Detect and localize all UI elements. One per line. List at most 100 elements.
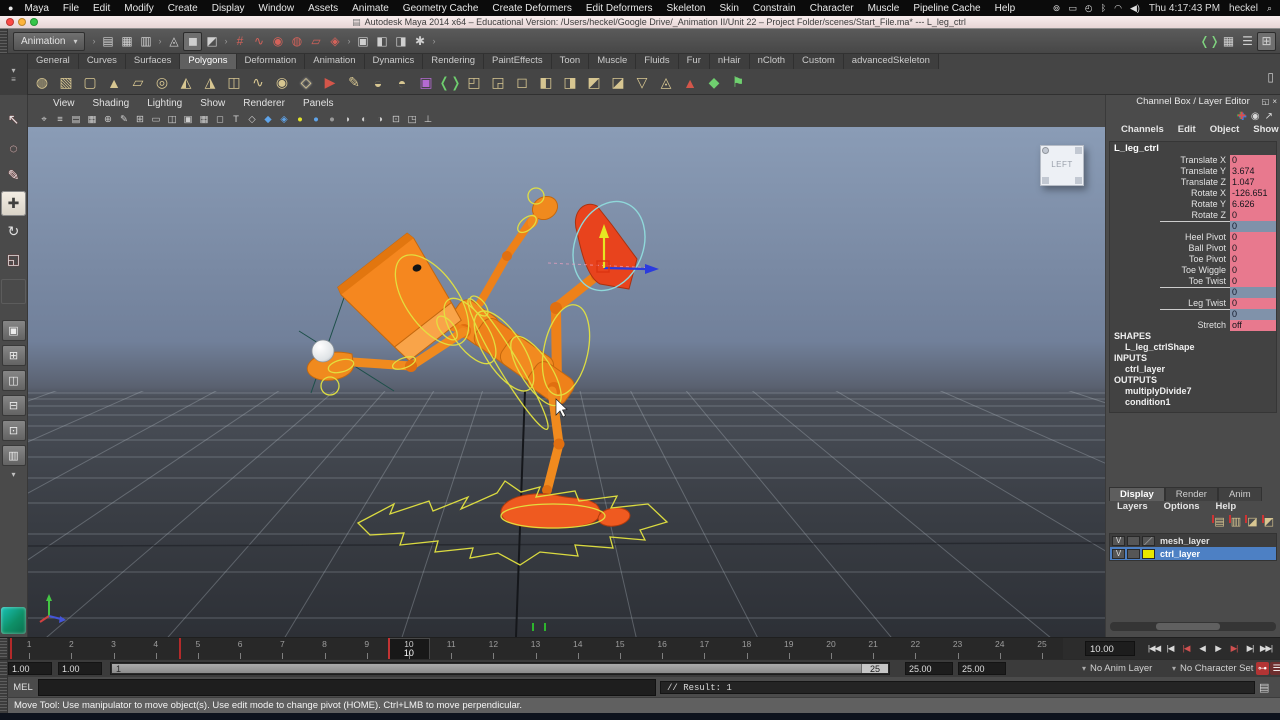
collapse-separator[interactable]: › xyxy=(155,32,164,51)
spotlight-icon[interactable]: ⌕ xyxy=(1267,3,1272,14)
rangeslider-handle[interactable] xyxy=(0,660,8,678)
minimize-window-button[interactable] xyxy=(18,18,26,26)
channel-value-field[interactable]: 0 xyxy=(1230,254,1276,265)
playback-end-field[interactable]: 25.00 xyxy=(905,662,953,675)
timeline-frame[interactable]: 3 xyxy=(92,638,134,660)
quick-layout-thumbnail[interactable] xyxy=(1,607,26,634)
channel-value-field[interactable]: 0 xyxy=(1230,221,1276,232)
channel-row[interactable]: Translate Y 3.674 xyxy=(1110,166,1276,177)
node-row[interactable]: condition1 xyxy=(1110,397,1276,408)
default-lighting-icon[interactable]: ● xyxy=(308,112,324,126)
poly-platonic-solid-icon[interactable]: ◇ xyxy=(294,74,318,91)
poly-extract-icon[interactable]: ◰ xyxy=(462,74,486,91)
channel-value-field[interactable]: 6.626 xyxy=(1230,199,1276,210)
layer-row[interactable]: V mesh_layer xyxy=(1110,534,1276,547)
node-row[interactable]: OUTPUTS xyxy=(1110,375,1276,386)
range-bar[interactable]: 1 25 xyxy=(112,664,888,673)
menubar-item[interactable]: Edit Deformers xyxy=(579,3,660,14)
menubar-item[interactable]: Animate xyxy=(345,3,396,14)
channel-row[interactable]: Heel Pivot 0 xyxy=(1110,232,1276,243)
channel-value-field[interactable]: 0 xyxy=(1230,298,1276,309)
menubar-user[interactable]: heckel xyxy=(1229,3,1258,14)
menubar-item[interactable]: Constrain xyxy=(746,3,803,14)
poly-sphere-icon[interactable]: ◍ xyxy=(30,74,54,91)
new-empty-layer-icon[interactable]: ▤ xyxy=(1214,515,1224,528)
layer-color-swatch[interactable] xyxy=(1142,549,1155,559)
auto-keyframe-toggle[interactable]: ⊶ xyxy=(1256,662,1269,675)
poly-mirror-arrow-icon[interactable]: ▶ xyxy=(318,74,342,91)
channel-row[interactable]: Leg Twist 0 xyxy=(1110,298,1276,309)
safe-action-icon[interactable]: ◻ xyxy=(212,112,228,126)
node-row[interactable]: INPUTS xyxy=(1110,353,1276,364)
no-lighting-icon[interactable]: ● xyxy=(324,112,340,126)
wifi-icon[interactable]: ◠ xyxy=(1114,3,1122,14)
poly-cylinder-icon[interactable]: ▢ xyxy=(78,74,102,91)
timeline-frame[interactable]: 4 xyxy=(135,638,177,660)
shelf-trash-icon[interactable]: ▯ xyxy=(1267,70,1274,84)
motion-blur-icon[interactable]: ◑ xyxy=(372,112,388,126)
shelf-tab[interactable]: Polygons xyxy=(180,54,236,69)
poly-smooth-icon[interactable]: ◻ xyxy=(510,74,534,91)
script-editor-icon[interactable]: ▤ xyxy=(1259,681,1269,694)
mel-mode-button[interactable]: MEL xyxy=(8,682,38,693)
channel-row[interactable]: Rotate Z 0 xyxy=(1110,210,1276,221)
rotate-tool[interactable]: ↻ xyxy=(1,219,26,244)
textured-icon[interactable]: ◈ xyxy=(276,112,292,126)
isolate-select-icon[interactable]: ⊡ xyxy=(388,112,404,126)
shelf-tab[interactable]: Dynamics xyxy=(365,54,424,69)
shelf-tab[interactable]: advancedSkeleton xyxy=(844,54,939,69)
shelf-tab[interactable]: Curves xyxy=(79,54,126,69)
command-result-field[interactable]: // Result: 1 xyxy=(660,681,1255,694)
poly-triangulate-icon[interactable]: ◬ xyxy=(654,74,678,91)
animation-end-field[interactable]: 25.00 xyxy=(958,662,1006,675)
camera-attributes-icon[interactable]: ≡ xyxy=(52,112,68,126)
apple-menu-icon[interactable]: ● xyxy=(8,3,13,13)
poly-extrude-icon[interactable]: ◧ xyxy=(534,74,558,91)
timeline-frame[interactable]: 11 xyxy=(430,638,472,660)
snap-view-plane-icon[interactable]: ▱ xyxy=(306,32,325,51)
current-time-field[interactable]: 10.00 xyxy=(1085,641,1135,656)
layer-editor-menu-item[interactable]: Options xyxy=(1156,501,1208,512)
menubar-item[interactable]: Create Deformers xyxy=(485,3,578,14)
wireframe-icon[interactable]: ◇ xyxy=(244,112,260,126)
shelf-tab[interactable]: Rendering xyxy=(423,54,484,69)
character-set-dropdown[interactable]: ▾ No Character Set xyxy=(1172,663,1253,674)
timeline-frame[interactable]: 16 xyxy=(641,638,683,660)
select-object-icon[interactable]: ◼ xyxy=(183,32,202,51)
collapse-separator[interactable]: › xyxy=(429,32,438,51)
menubar-item[interactable]: Geometry Cache xyxy=(396,3,486,14)
snap-to-grid-icon[interactable]: # xyxy=(230,32,249,51)
go-to-end-button[interactable]: ▶▶| xyxy=(1258,639,1274,658)
toggle-attribute-editor-icon[interactable]: ▦ xyxy=(1219,32,1238,51)
as-control-icon[interactable]: ◆ xyxy=(702,74,726,91)
collapse-separator[interactable]: › xyxy=(344,32,353,51)
menubar-clock[interactable]: Thu 4:17:43 PM xyxy=(1149,3,1220,14)
toggle-modeling-toolkit-icon[interactable]: ❬❭ xyxy=(1200,32,1219,51)
airplay-display-icon[interactable]: ▭ xyxy=(1068,3,1077,14)
timeline-frame[interactable]: 24 xyxy=(979,638,1021,660)
poly-pyramid-icon[interactable]: ◮ xyxy=(198,74,222,91)
save-scene-icon[interactable]: ▥ xyxy=(136,32,155,51)
anim-layer-dropdown[interactable]: ▾ No Anim Layer xyxy=(1082,663,1152,674)
panel-menu-item[interactable]: Renderer xyxy=(234,98,294,109)
poly-mirror-geometry-icon[interactable]: ◪ xyxy=(606,74,630,91)
timeline-frame[interactable]: 14 xyxy=(557,638,599,660)
poly-plane-icon[interactable]: ▱ xyxy=(126,74,150,91)
shelf-tab[interactable]: Fur xyxy=(679,54,710,69)
menubar-item[interactable]: Pipeline Cache xyxy=(906,3,987,14)
channel-value-field[interactable]: 0 xyxy=(1230,155,1276,166)
channel-value-field[interactable]: 0 xyxy=(1230,265,1276,276)
range-end-handle[interactable]: 25 xyxy=(861,664,888,673)
channel-row[interactable]: 0 xyxy=(1110,287,1276,298)
timeline-frame[interactable]: 13 xyxy=(514,638,556,660)
timeline-frame[interactable]: 18 xyxy=(725,638,767,660)
shelf-tab[interactable]: PaintEffects xyxy=(484,54,552,69)
shelf-tab[interactable]: Toon xyxy=(552,54,590,69)
menubar-item[interactable]: Skeleton xyxy=(660,3,713,14)
select-tool[interactable]: ↖ xyxy=(1,107,26,132)
channelbox-menu-item[interactable]: Channels xyxy=(1114,124,1171,138)
channel-value-field[interactable]: 0 xyxy=(1230,232,1276,243)
poly-boolean-icon[interactable]: ◲ xyxy=(486,74,510,91)
gate-mask-icon[interactable]: ▣ xyxy=(180,112,196,126)
viewport-canvas[interactable]: LEFT xyxy=(28,127,1105,637)
